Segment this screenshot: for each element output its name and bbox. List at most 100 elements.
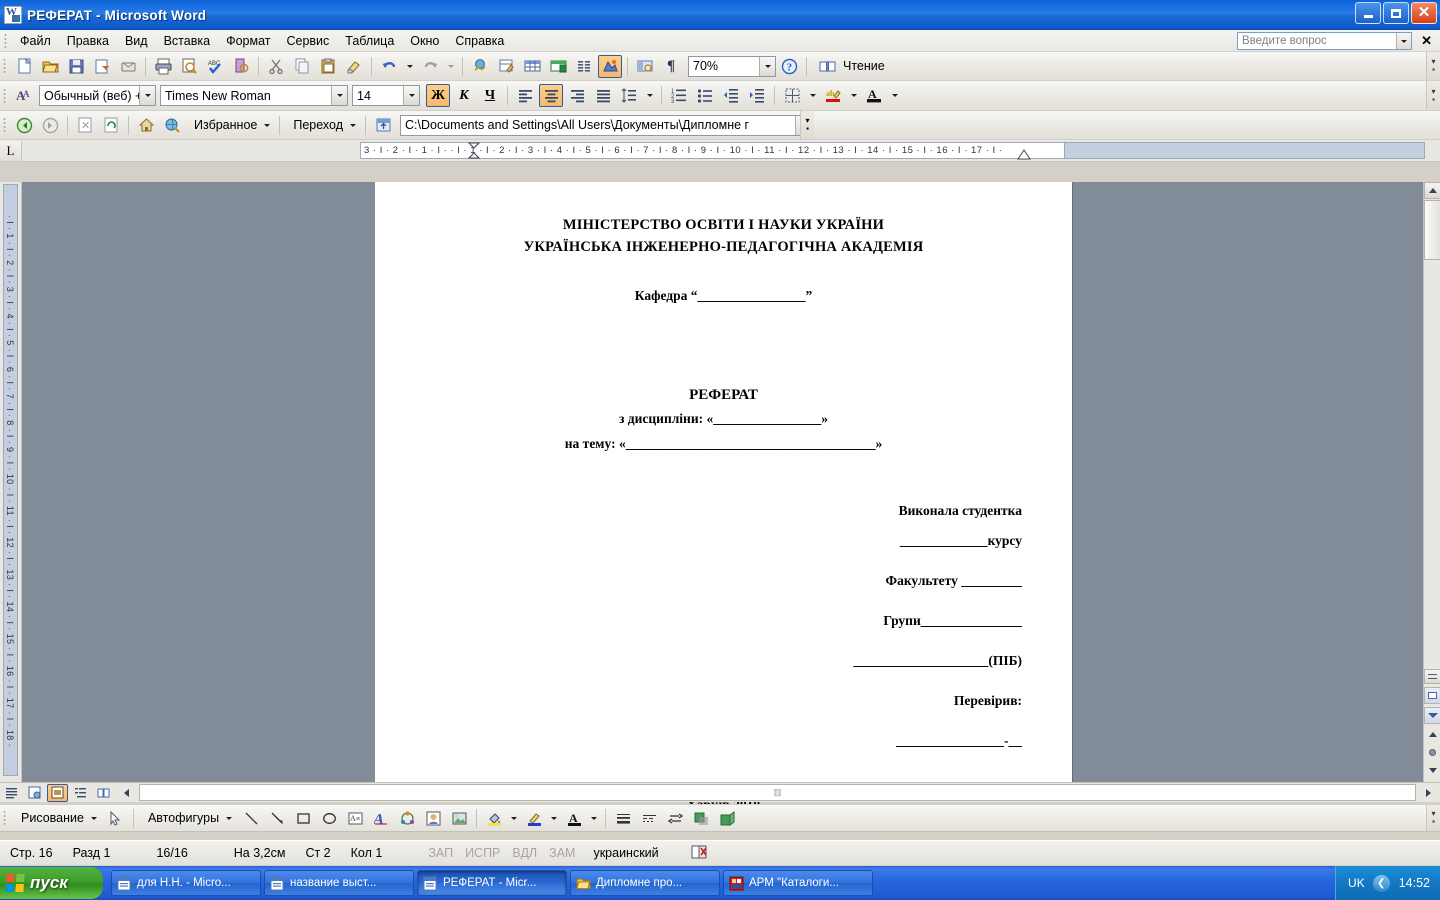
menu-window[interactable]: Окно: [402, 31, 447, 51]
document-map-icon[interactable]: [633, 55, 657, 78]
font-color-icon[interactable]: A: [862, 84, 886, 107]
stop-icon[interactable]: ✕: [73, 114, 97, 137]
style-dropdown-arrow[interactable]: [139, 86, 155, 105]
favorites-button[interactable]: Избранное: [186, 114, 274, 137]
text-box-icon[interactable]: A≡: [343, 807, 367, 830]
font-color-dropdown-arrow[interactable]: [888, 84, 901, 107]
menu-file[interactable]: Файл: [12, 31, 59, 51]
taskbar-item-4[interactable]: АРМ "Каталоги...: [723, 870, 873, 896]
align-left-icon[interactable]: [513, 84, 537, 107]
increase-indent-icon[interactable]: [745, 84, 769, 107]
rectangle-icon[interactable]: [291, 807, 315, 830]
italic-button[interactable]: К: [452, 84, 476, 107]
font-combo[interactable]: Times New Roman: [160, 85, 348, 106]
drawing-toolbar-grip[interactable]: [3, 810, 6, 826]
bulleted-list-icon[interactable]: [693, 84, 717, 107]
line-color-icon[interactable]: [522, 807, 546, 830]
taskbar-item-1[interactable]: название выст...: [264, 870, 414, 896]
copy-icon[interactable]: [290, 55, 314, 78]
maximize-restore-button[interactable]: [1383, 2, 1409, 24]
menu-edit[interactable]: Правка: [59, 31, 117, 51]
close-button[interactable]: ✕: [1411, 2, 1437, 24]
standard-toolbar-options[interactable]: ▾ ▪: [1426, 52, 1440, 80]
status-overtype[interactable]: ЗАМ: [543, 846, 581, 860]
taskbar-item-3[interactable]: Дипломне про...: [570, 870, 720, 896]
styles-formatting-icon[interactable]: AA: [12, 84, 36, 107]
menu-format[interactable]: Формат: [218, 31, 278, 51]
cut-scissors-icon[interactable]: [264, 55, 288, 78]
split-document-button[interactable]: [1424, 669, 1440, 684]
font-dropdown-arrow[interactable]: [331, 86, 347, 105]
minimize-button[interactable]: [1355, 2, 1381, 24]
insert-table-icon[interactable]: [520, 55, 544, 78]
fill-color-icon[interactable]: [482, 807, 506, 830]
menu-tools[interactable]: Сервис: [278, 31, 337, 51]
select-browse-object-button[interactable]: [1424, 744, 1440, 760]
ask-dropdown-arrow[interactable]: [1396, 33, 1411, 49]
line-spacing-icon[interactable]: [617, 84, 641, 107]
search-globe-icon[interactable]: [160, 114, 184, 137]
insert-excel-icon[interactable]: [546, 55, 570, 78]
scroll-right-button[interactable]: [1418, 784, 1439, 802]
taskbar-item-0[interactable]: для Н.Н. - Micro...: [111, 870, 261, 896]
menu-insert[interactable]: Вставка: [156, 31, 218, 51]
3d-style-icon[interactable]: [715, 807, 739, 830]
fill-color-dropdown-arrow[interactable]: [508, 807, 520, 830]
paste-icon[interactable]: [316, 55, 340, 78]
hyperlink-icon[interactable]: [468, 55, 492, 78]
shadow-style-icon[interactable]: [689, 807, 713, 830]
align-center-icon[interactable]: [539, 84, 563, 107]
dash-style-icon[interactable]: [637, 807, 661, 830]
taskbar-item-2[interactable]: РЕФЕРАТ - Micr...: [417, 870, 567, 896]
refresh-icon[interactable]: [99, 114, 123, 137]
align-justify-icon[interactable]: [591, 84, 615, 107]
reading-layout-view-icon[interactable]: [93, 784, 114, 802]
save-icon[interactable]: [64, 55, 88, 78]
new-document-icon[interactable]: [12, 55, 36, 78]
outside-border-icon[interactable]: [780, 84, 804, 107]
arrow-style-icon[interactable]: [663, 807, 687, 830]
web-toolbar-options[interactable]: ▾ ▪: [800, 111, 814, 139]
format-painter-icon[interactable]: [342, 55, 366, 78]
tables-borders-icon[interactable]: [494, 55, 518, 78]
formatting-toolbar-options[interactable]: ▾ ▪: [1426, 81, 1440, 110]
clip-art-icon[interactable]: [421, 807, 445, 830]
status-extend-selection[interactable]: ВДЛ: [506, 846, 543, 860]
show-formatting-icon[interactable]: ¶: [659, 55, 683, 78]
drawing-menu-button[interactable]: Рисование: [12, 807, 102, 830]
vertical-scrollbar[interactable]: [1423, 182, 1440, 782]
outline-view-icon[interactable]: [70, 784, 91, 802]
go-button[interactable]: Переход: [285, 114, 360, 137]
home-icon[interactable]: [134, 114, 158, 137]
arrow-icon[interactable]: [265, 807, 289, 830]
address-combo[interactable]: C:\Documents and Settings\All Users\Доку…: [400, 114, 813, 136]
ask-a-question-box[interactable]: Введите вопрос: [1237, 32, 1412, 50]
style-combo[interactable]: Обычный (веб) + 14: [39, 85, 156, 106]
font-size-combo[interactable]: 14: [352, 85, 420, 106]
line-color-dropdown-arrow[interactable]: [548, 807, 560, 830]
spelling-check-icon[interactable]: ABC: [203, 55, 227, 78]
open-folder-icon[interactable]: [38, 55, 62, 78]
drawing-font-color-dropdown-arrow[interactable]: [588, 807, 600, 830]
mail-recipient-icon[interactable]: [90, 55, 114, 78]
show-web-toolbar-icon[interactable]: [371, 114, 395, 137]
print-layout-view-icon[interactable]: [47, 783, 68, 802]
menubar-grip[interactable]: [4, 32, 7, 49]
picture-icon[interactable]: [447, 807, 471, 830]
redo-dropdown-arrow[interactable]: [444, 55, 457, 78]
select-browse-page-button[interactable]: [1424, 687, 1440, 704]
decrease-indent-icon[interactable]: [719, 84, 743, 107]
drawing-toolbar-options[interactable]: ▾ ▪: [1426, 805, 1440, 831]
research-icon[interactable]: [229, 55, 253, 78]
highlight-dropdown-arrow[interactable]: [847, 84, 860, 107]
reading-layout-button[interactable]: Чтение: [812, 55, 896, 78]
show-hidden-icons-chevron-icon[interactable]: ❮: [1372, 874, 1390, 892]
select-objects-icon[interactable]: [104, 807, 128, 830]
web-toolbar-grip[interactable]: [3, 117, 6, 133]
bold-button[interactable]: Ж: [426, 84, 450, 107]
next-page-button[interactable]: [1424, 762, 1440, 778]
formatting-toolbar-grip[interactable]: [3, 87, 6, 104]
line-icon[interactable]: [239, 807, 263, 830]
standard-toolbar-grip[interactable]: [3, 58, 6, 74]
spelling-status-icon[interactable]: [669, 844, 718, 863]
